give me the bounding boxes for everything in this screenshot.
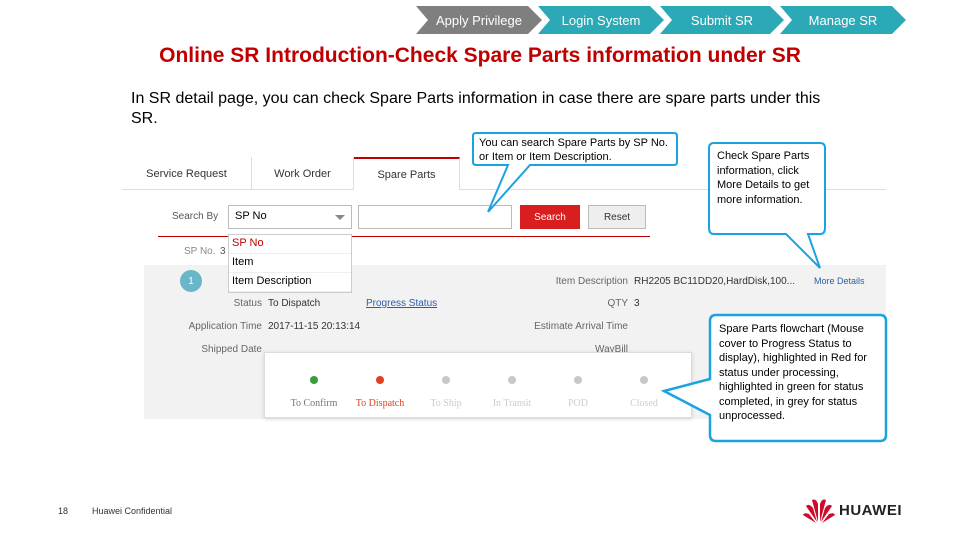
status-value: To Dispatch	[268, 298, 321, 309]
search-by-selected: SP No	[235, 210, 267, 222]
chevron-down-icon	[335, 215, 345, 220]
callout-details: Check Spare Parts information, click Mor…	[708, 142, 828, 270]
flow-step-label: To Dispatch	[355, 398, 405, 409]
search-by-dropdown: SP No Item Item Description	[228, 234, 352, 293]
intro-text: In SR detail page, you can check Spare P…	[131, 90, 821, 127]
flow-step-label: In Transit	[492, 398, 532, 409]
dropdown-option-sp-no[interactable]: SP No	[229, 235, 351, 254]
flow-step-dot	[442, 376, 450, 384]
sp-no-label: SP No.	[184, 246, 216, 257]
flow-step-to-ship: To Ship	[411, 353, 481, 419]
process-step-label: Login System	[561, 12, 641, 28]
progress-status-link[interactable]: Progress Status	[366, 298, 437, 309]
dropdown-option-item[interactable]: Item	[229, 254, 351, 273]
estimate-arrival-time-label: Estimate Arrival Time	[534, 321, 628, 332]
status-label: Status	[233, 298, 262, 309]
process-step-submit-sr: Submit SR	[660, 6, 784, 34]
search-by-label: Search By	[172, 211, 219, 222]
shipped-date-label: Shipped Date	[201, 344, 262, 355]
page-title: Online SR Introduction-Check Spare Parts…	[159, 44, 801, 67]
qty-value: 3	[634, 298, 640, 309]
item-description-value: RH2205 BC11DD20,HardDisk,100...	[634, 276, 796, 287]
record-index-badge: 1	[180, 270, 202, 292]
flow-step-dot	[508, 376, 516, 384]
process-step-label: Submit SR	[690, 12, 754, 28]
more-details-link[interactable]: More Details	[814, 276, 865, 286]
callout-search: You can search Spare Parts by SP No. or …	[472, 132, 678, 214]
flow-step-in-transit: In Transit	[477, 353, 547, 419]
tab-work-order[interactable]: Work Order	[252, 157, 354, 190]
application-time-label: Application Time	[188, 321, 262, 332]
tab-service-request[interactable]: Service Request	[122, 157, 252, 190]
search-by-select[interactable]: SP No	[228, 205, 352, 229]
callout-search-text: You can search Spare Parts by SP No. or …	[479, 137, 668, 163]
application-time-value: 2017-11-15 20:13:14	[268, 321, 361, 332]
process-step-login-system: Login System	[538, 6, 664, 34]
huawei-logo: HUAWEI	[803, 496, 913, 524]
huawei-logo-text: HUAWEI	[839, 502, 902, 519]
flow-step-dot	[376, 376, 384, 384]
flow-step-to-confirm: To Confirm	[279, 353, 349, 419]
flow-step-label: To Confirm	[290, 398, 338, 409]
process-step-label: Manage SR	[808, 12, 878, 28]
confidential-label: Huawei Confidential	[92, 506, 173, 516]
flow-step-dot	[310, 376, 318, 384]
flow-step-dot	[640, 376, 648, 384]
process-step-label: Apply Privilege	[436, 12, 522, 28]
qty-label: QTY	[607, 298, 628, 309]
process-step-apply-privilege: Apply Privilege	[416, 6, 542, 34]
progress-flowchart-popup: To Confirm To Dispatch To Ship In Transi…	[264, 352, 692, 418]
tab-spare-parts[interactable]: Spare Parts	[354, 157, 460, 190]
flow-step-label: To Ship	[430, 398, 462, 409]
flow-step-to-dispatch: To Dispatch	[345, 353, 415, 419]
callout-flowchart: Spare Parts flowchart (Mouse cover to Pr…	[660, 313, 888, 445]
flow-step-dot	[574, 376, 582, 384]
page-number: 18	[58, 506, 69, 516]
huawei-flower-icon	[803, 499, 835, 523]
callout-details-text: Check Spare Parts information, click Mor…	[717, 150, 810, 206]
callout-flowchart-text: Spare Parts flowchart (Mouse cover to Pr…	[719, 323, 867, 422]
dropdown-option-item-description[interactable]: Item Description	[229, 273, 351, 292]
flow-step-label: POD	[567, 398, 588, 409]
flow-step-pod: POD	[543, 353, 613, 419]
item-description-label: Item Description	[555, 276, 628, 287]
process-step-manage-sr: Manage SR	[780, 6, 906, 34]
sp-no-value: 3	[220, 246, 226, 257]
